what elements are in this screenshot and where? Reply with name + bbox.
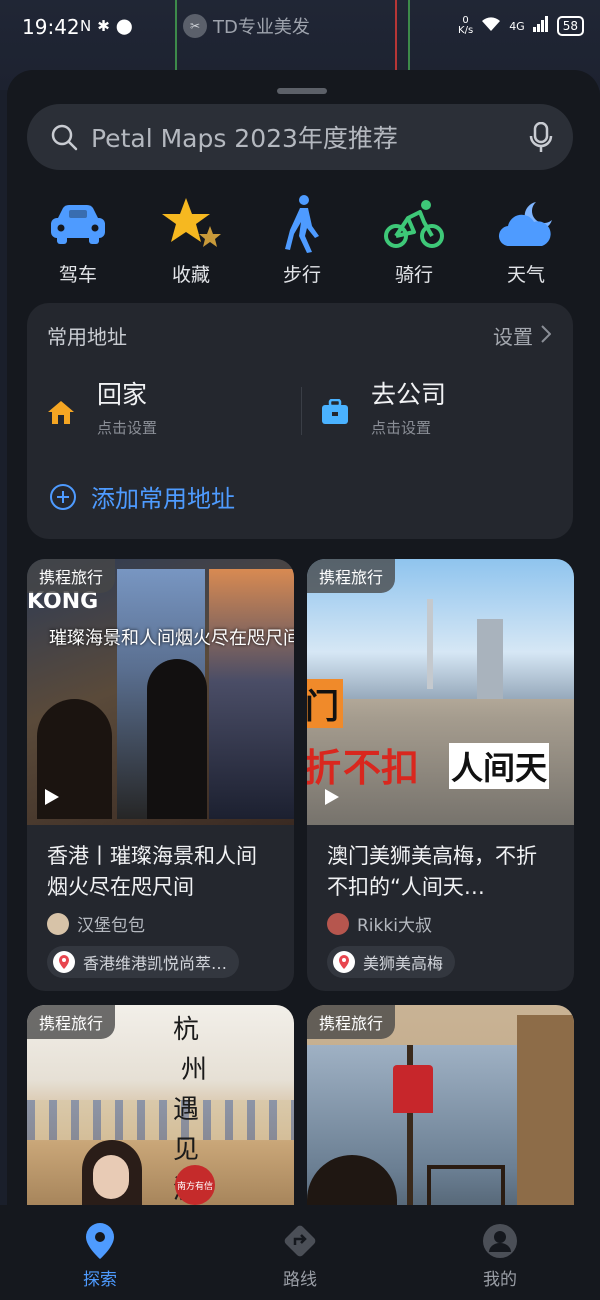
author-name: 汉堡包包 [77, 916, 145, 936]
feed-thumbnail: 门 折 不扣 人间天 携程旅行 [307, 559, 574, 825]
feed-card-macau[interactable]: 门 折 不扣 人间天 携程旅行 澳门美狮美高梅，不折不扣的“人间天… Rikki… [307, 559, 574, 991]
address-divider [301, 387, 302, 435]
add-address-label: 添加常用地址 [91, 485, 235, 513]
quick-action-walk[interactable]: 步行 [257, 194, 347, 287]
tab-label: 我的 [483, 1270, 517, 1290]
net-speed: 0 K/s [458, 15, 474, 36]
feed-title: 澳门美狮美高梅，不折不扣的“人间天… [327, 844, 537, 899]
briefcase-icon [321, 398, 349, 438]
tab-route[interactable]: 路线 [240, 1217, 360, 1290]
location-name: 香港维港凯悦尚萃… [83, 954, 228, 973]
common-addresses-card: 常用地址 设置 回家 点击设置 去公司 点击设置 添加常用地址 [27, 303, 573, 539]
sheet-drag-handle[interactable] [277, 88, 327, 94]
tab-label: 探索 [83, 1270, 117, 1290]
search-placeholder: Petal Maps 2023年度推荐 [91, 124, 398, 153]
status-right-icons: 0 K/s 4G 58 [458, 16, 584, 36]
quick-action-weather[interactable]: 天气 [481, 194, 571, 287]
bicycle-icon [369, 194, 459, 254]
source-tag: 携程旅行 [307, 559, 396, 593]
feed-author[interactable]: Rikki大叔 [327, 911, 554, 936]
thumb-overlay-text: 折 [307, 746, 342, 790]
map-poi-label[interactable]: ✂ TD专业美发 [183, 13, 310, 39]
wifi-icon [481, 16, 501, 36]
source-tag: 携程旅行 [27, 559, 116, 593]
work-label: 去公司 [371, 380, 447, 409]
star-icon [146, 194, 236, 254]
feed-author[interactable]: 汉堡包包 [47, 911, 274, 936]
status-bar: 19:42 N ✱ ⬤ ✂ TD专业美发 0 K/s 4G 58 [0, 0, 600, 56]
status-notification-icons: N ✱ ⬤ [80, 17, 133, 35]
quick-action-favorites[interactable]: 收藏 [146, 194, 236, 287]
add-address-button[interactable]: 添加常用地址 [49, 479, 235, 514]
quick-action-label: 驾车 [58, 264, 97, 286]
addresses-settings-button[interactable]: 设置 [493, 321, 552, 350]
feed-title: 香港丨璀璨海景和人间烟火尽在咫尺间 [47, 844, 257, 899]
thumb-overlay-caption: 璀璨海景和人间烟火尽在咫尺间 [49, 628, 294, 649]
battery-level: 58 [556, 16, 584, 36]
addresses-title: 常用地址 [47, 325, 127, 349]
poi-name: TD专业美发 [213, 17, 310, 38]
feed-thumbnail: KONG 璀璨海景和人间烟火尽在咫尺间 携程旅行 [27, 559, 294, 825]
search-icon [49, 122, 79, 152]
location-icon: ⬤ [115, 17, 133, 35]
play-icon [325, 789, 339, 805]
thumb-overlay-text: 人间天 [449, 743, 550, 789]
tab-explore[interactable]: 探索 [40, 1217, 160, 1290]
quick-action-bike[interactable]: 骑行 [369, 194, 459, 287]
author-name: Rikki大叔 [357, 916, 432, 936]
location-pin-icon [333, 951, 355, 973]
location-name: 美狮美高梅 [363, 954, 444, 973]
signal-icon [532, 16, 549, 36]
quick-action-label: 步行 [282, 264, 321, 286]
search-bar[interactable]: Petal Maps 2023年度推荐 [27, 104, 573, 170]
work-sub: 点击设置 [371, 419, 432, 437]
avatar [327, 912, 349, 935]
location-chip[interactable]: 香港维港凯悦尚萃… [47, 946, 240, 978]
poi-pin-icon: ✂ [183, 14, 207, 38]
quick-action-label: 天气 [506, 264, 545, 286]
bottom-tab-bar: 探索 路线 我的 [0, 1205, 600, 1300]
location-pin-icon [53, 951, 75, 973]
car-icon [33, 194, 123, 254]
quick-actions: 驾车 收藏 步行 骑行 天气 [0, 194, 600, 294]
quick-action-label: 骑行 [394, 264, 433, 286]
bluetooth-icon: ✱ [97, 17, 110, 35]
chevron-right-icon [541, 324, 552, 348]
map-pin-icon [40, 1217, 160, 1265]
user-icon [440, 1217, 560, 1265]
route-icon [240, 1217, 360, 1265]
plus-circle-icon [49, 483, 77, 511]
feed-card-hongkong[interactable]: KONG 璀璨海景和人间烟火尽在咫尺间 携程旅行 香港丨璀璨海景和人间烟火尽在咫… [27, 559, 294, 991]
status-time: 19:42 [22, 15, 80, 39]
play-icon [45, 789, 59, 805]
signal-network: 4G [509, 19, 525, 33]
weather-icon [481, 194, 571, 254]
home-icon [47, 399, 75, 438]
quick-action-label: 收藏 [171, 264, 210, 286]
walk-icon [257, 194, 347, 254]
thumb-overlay-text: 门 [307, 679, 343, 728]
work-address[interactable]: 去公司 点击设置 [321, 375, 446, 438]
home-label: 回家 [97, 380, 148, 409]
avatar [47, 912, 69, 935]
microphone-icon[interactable] [529, 121, 553, 158]
thumb-stamp: 南方有信 [175, 1165, 215, 1205]
home-sub: 点击设置 [97, 419, 158, 437]
thumb-overlay-text: 不扣 [343, 746, 420, 790]
source-tag: 携程旅行 [27, 1005, 116, 1039]
home-address[interactable]: 回家 点击设置 [47, 375, 157, 438]
nfc-icon: N [80, 17, 92, 35]
location-chip[interactable]: 美狮美高梅 [327, 946, 456, 978]
quick-action-drive[interactable]: 驾车 [33, 194, 123, 287]
source-tag: 携程旅行 [307, 1005, 396, 1039]
tab-me[interactable]: 我的 [440, 1217, 560, 1290]
tab-label: 路线 [283, 1270, 317, 1290]
